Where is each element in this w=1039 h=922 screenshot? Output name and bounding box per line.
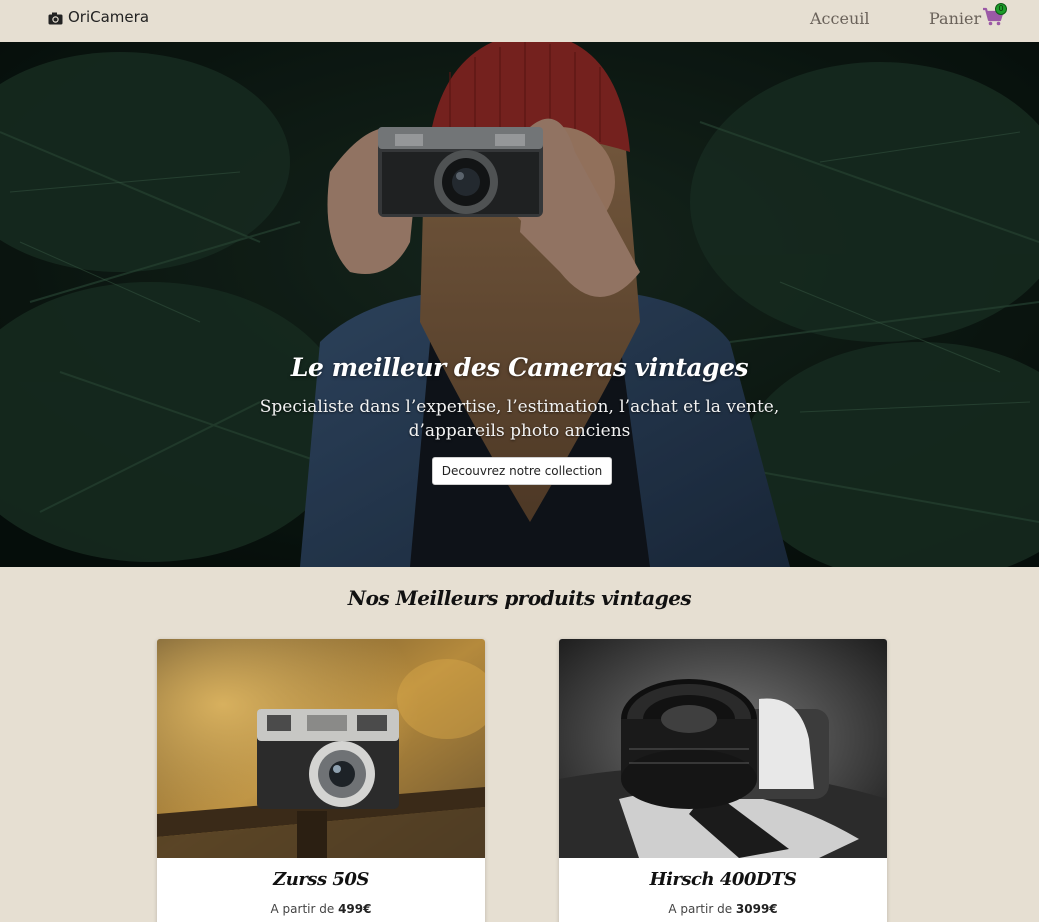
hero-photo [0,42,1039,567]
navbar: OriCamera Acceuil Panier 0 [0,0,1039,42]
product-image [559,639,887,858]
hero-subtitle-line-2: d’appareils photo anciens [408,421,631,441]
camera-icon [48,11,63,24]
discover-collection-button[interactable]: Decouvrez notre collection [432,457,612,485]
price-value: 499€ [338,902,372,916]
product-card[interactable]: Hirsch 400DTS A partir de 3099€ [559,639,887,922]
nav-link-cart[interactable]: Panier [929,9,981,28]
hero-banner: Le meilleur des Cameras vintages Special… [0,42,1039,567]
price-prefix: A partir de [668,902,736,916]
hero-subtitle: Specialiste dans l’expertise, l’estimati… [0,395,1039,443]
product-price: A partir de 3099€ [559,902,887,916]
hero-title: Le meilleur des Cameras vintages [290,353,749,382]
brand-name: OriCamera [68,8,150,26]
product-card[interactable]: Zurss 50S A partir de 499€ [157,639,485,922]
nav-link-home[interactable]: Acceuil [810,9,869,28]
product-name: Hirsch 400DTS [649,869,797,890]
product-price: A partir de 499€ [157,902,485,916]
price-value: 3099€ [735,902,778,916]
product-image [157,639,485,858]
cart-count-badge: 0 [995,3,1007,15]
products-section-title: Nos Meilleurs produits vintages [347,586,692,610]
product-name: Zurss 50S [273,869,369,890]
price-prefix: A partir de [270,902,339,916]
hero-subtitle-line-1: Specialiste dans l’expertise, l’estimati… [259,397,780,417]
brand-link[interactable]: OriCamera [48,8,149,26]
